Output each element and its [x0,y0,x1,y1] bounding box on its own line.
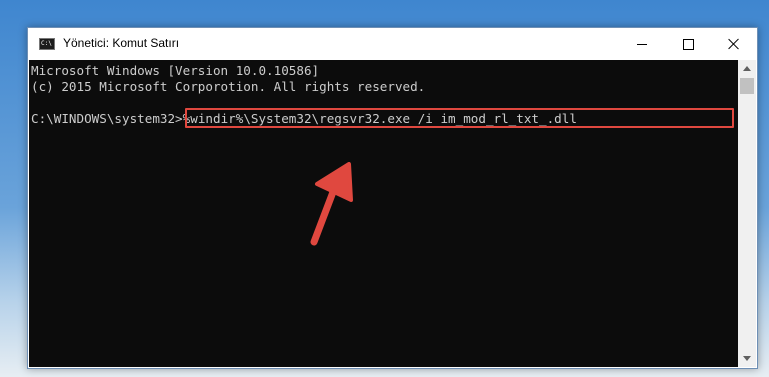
red-arrow-annotation [310,162,353,246]
scrollbar-thumb[interactable] [740,78,754,94]
maximize-icon [682,38,694,50]
console-line-version: Microsoft Windows [Version 10.0.10586] [31,63,320,78]
minimize-icon [637,43,647,45]
scroll-up-button[interactable] [738,60,756,77]
console-output[interactable]: Microsoft Windows [Version 10.0.10586] (… [29,60,738,367]
maximize-button[interactable] [665,28,711,60]
arrow-up-icon [743,66,751,71]
cmd-app-icon[interactable]: C:\ [39,38,55,50]
close-button[interactable] [711,28,757,60]
console-line-copyright: (c) 2015 Microsoft Corporotion. All righ… [31,79,426,94]
title-bar[interactable]: C:\ Yönetici: Komut Satırı [28,28,757,60]
console-prompt: C:\WINDOWS\system32> [31,111,183,126]
command-highlight-box [185,108,734,128]
close-icon [728,38,740,50]
window-title: Yönetici: Komut Satırı [63,36,180,50]
command-prompt-window: C:\ Yönetici: Komut Satırı Microsoft Win… [27,27,758,369]
arrow-down-icon [743,356,751,361]
scroll-down-button[interactable] [738,350,756,367]
minimize-button[interactable] [619,28,665,60]
vertical-scrollbar[interactable] [738,60,756,367]
